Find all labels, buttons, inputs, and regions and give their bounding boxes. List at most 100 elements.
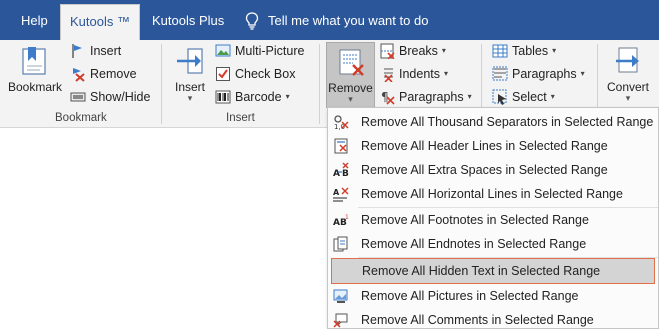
flag-icon [72, 44, 82, 58]
menu-item-label: Remove All Extra Spaces in Selected Rang… [361, 163, 608, 177]
breaks-caret: ▾ [441, 46, 446, 55]
footnotes-icon: AB1 [333, 214, 349, 228]
tables-caret: ▾ [552, 46, 557, 55]
check-box-label: Check Box [235, 67, 296, 81]
svg-text:1: 1 [345, 214, 349, 221]
menu-item-label: Remove All Hidden Text in Selected Range [362, 264, 601, 278]
bookmark-button[interactable]: Bookmark [6, 42, 64, 108]
insert-button-label: Insert [174, 80, 205, 94]
tables-icon [492, 44, 508, 58]
tell-me-search[interactable]: Tell me what you want to do [245, 8, 428, 34]
convert-icon [616, 47, 639, 73]
indents-icon [384, 68, 393, 82]
select-paragraphs-icon [492, 66, 508, 81]
remove-dropdown-menu: 1,0 Remove All Thousand Separators in Se… [327, 107, 659, 329]
convert-button-label: Convert [606, 80, 650, 94]
barcode-caret: ▾ [285, 92, 290, 101]
breaks-label: Breaks [399, 44, 438, 58]
indents-caret: ▾ [444, 69, 449, 78]
select-icon [492, 89, 507, 105]
multi-picture-label: Multi-Picture [235, 44, 305, 58]
paragraphs-remove-label: Paragraphs [399, 90, 464, 104]
insert-group-label: Insert [226, 112, 255, 124]
menu-item-header-lines[interactable]: Remove All Header Lines in Selected Rang… [328, 134, 658, 158]
checkbox-icon [216, 67, 230, 81]
paragraphs-select-label: Paragraphs [512, 67, 577, 81]
menu-item-label: Remove All Header Lines in Selected Rang… [361, 139, 608, 153]
group-divider [319, 44, 320, 124]
check-box-button[interactable]: Check Box [215, 64, 295, 84]
bookmark-remove-button[interactable]: Remove [70, 64, 137, 84]
remove-bookmark-icon [73, 68, 85, 82]
menu-item-thousand-separators[interactable]: 1,0 Remove All Thousand Separators in Se… [328, 110, 658, 134]
remove-caret: ▾ [348, 94, 353, 104]
barcode-button[interactable]: Barcode ▾ [215, 87, 290, 107]
group-divider [161, 44, 162, 124]
paragraphs-remove-button[interactable]: ¶ Paragraphs ▾ [379, 87, 472, 107]
menu-item-label: Remove All Thousand Separators in Select… [361, 115, 654, 129]
bookmark-icon [22, 47, 46, 75]
select-caret: ▾ [550, 92, 555, 101]
menu-item-extra-spaces[interactable]: AB Remove All Extra Spaces in Selected R… [328, 158, 658, 182]
bookmark-show-hide-label: Show/Hide [90, 90, 151, 104]
menu-item-label: Remove All Pictures in Selected Range [361, 289, 579, 303]
lightbulb-icon [245, 12, 259, 30]
bookmark-button-label: Bookmark [7, 80, 63, 94]
svg-text:A: A [333, 169, 340, 178]
multi-picture-button[interactable]: Multi-Picture [215, 41, 304, 61]
paragraphs-remove-caret: ▾ [467, 92, 472, 101]
endnotes-icon [333, 236, 348, 252]
insert-button[interactable]: Insert ▾ [170, 42, 210, 108]
insert-arrow-icon [177, 48, 203, 74]
ribbon-tab-bar: Help Kutools ™ Kutools Plus Tell me what… [0, 0, 659, 40]
bookmark-show-hide-button[interactable]: Show/Hide [70, 87, 150, 107]
menu-item-label: Remove All Footnotes in Selected Range [361, 213, 589, 227]
svg-text:B: B [342, 169, 349, 178]
remove-button[interactable]: Remove ▾ [326, 42, 375, 108]
tables-label: Tables [512, 44, 549, 58]
menu-item-label: Remove All Endnotes in Selected Range [361, 237, 587, 251]
menu-item-horizontal-lines[interactable]: A Remove All Horizontal Lines in Selecte… [328, 182, 658, 206]
select-button[interactable]: Select ▾ [492, 87, 555, 107]
indents-button[interactable]: Indents ▾ [379, 64, 448, 84]
menu-item-comments[interactable]: Remove All Comments in Selected Range [328, 308, 658, 329]
comments-icon [333, 313, 348, 328]
breaks-button[interactable]: Breaks ▾ [379, 41, 446, 61]
multi-picture-icon [215, 44, 231, 57]
convert-button[interactable]: Convert ▾ [603, 42, 653, 108]
tell-me-text: Tell me what you want to do [268, 13, 429, 28]
menu-item-hidden-text[interactable]: Remove All Hidden Text in Selected Range [331, 258, 655, 284]
select-label: Select [512, 90, 547, 104]
thousand-separators-icon: 1,0 [334, 115, 349, 130]
tab-kutools-plus[interactable]: Kutools Plus [152, 8, 224, 34]
bookmark-insert-label: Insert [90, 44, 122, 58]
tab-kutools[interactable]: Kutools ™ [60, 4, 140, 40]
extra-spaces-icon: AB [333, 162, 349, 178]
bookmark-group-label: Bookmark [55, 112, 107, 124]
horizontal-lines-icon: A [333, 187, 349, 202]
hidden-text-icon [334, 263, 350, 279]
menu-item-endnotes[interactable]: Remove All Endnotes in Selected Range [328, 232, 658, 256]
show-hide-icon [70, 92, 86, 102]
insert-caret: ▾ [187, 93, 193, 103]
menu-item-footnotes[interactable]: AB 1 Remove All Footnotes in Selected Ran… [328, 208, 658, 232]
paragraphs-select-button[interactable]: Paragraphs ▾ [492, 64, 585, 84]
remove-button-label: Remove [328, 81, 373, 95]
menu-item-label: Remove All Horizontal Lines in Selected … [361, 187, 623, 201]
indents-label: Indents [399, 67, 441, 81]
barcode-icon [215, 90, 231, 104]
breaks-icon [380, 43, 395, 59]
tab-help[interactable]: Help [21, 8, 48, 34]
menu-item-pictures[interactable]: Remove All Pictures in Selected Range [328, 284, 658, 308]
barcode-label: Barcode [235, 90, 282, 104]
convert-caret: ▾ [625, 93, 631, 103]
bookmark-insert-button[interactable]: Insert [70, 41, 121, 61]
paragraphs-select-caret: ▾ [580, 69, 585, 78]
svg-text:A: A [333, 188, 340, 197]
paragraphs-icon: ¶ [381, 90, 395, 105]
tables-button[interactable]: Tables ▾ [492, 41, 556, 61]
remove-document-icon [339, 49, 364, 76]
pictures-icon [333, 289, 348, 303]
bookmark-remove-label: Remove [90, 67, 137, 81]
menu-item-label: Remove All Comments in Selected Range [361, 313, 594, 327]
